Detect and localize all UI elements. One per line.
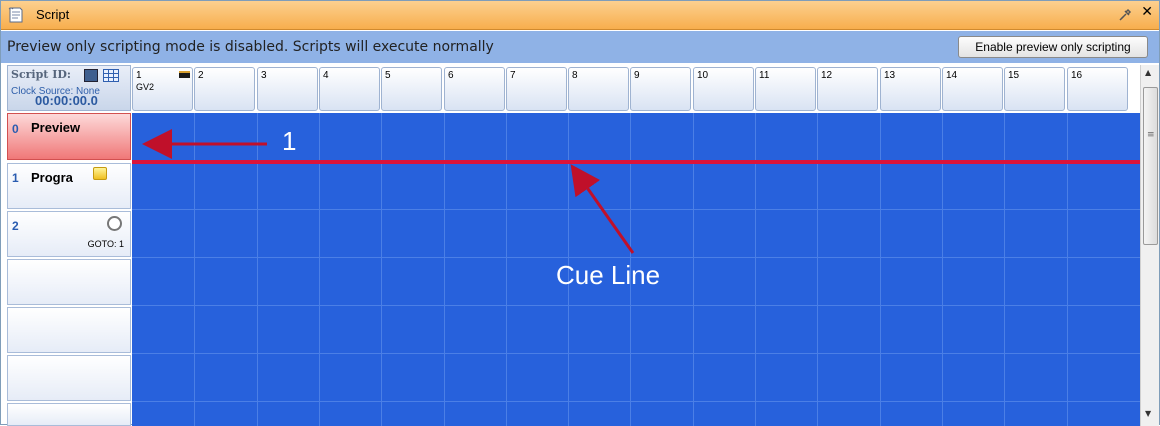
annotation-cue-line: Cue Line <box>556 260 661 290</box>
annotation-arrows <box>142 129 635 254</box>
annotation-marker-one: 1 <box>282 126 297 156</box>
arrow-to-cue-line <box>570 164 635 254</box>
script-window: Script ✕ Preview only scripting mode is … <box>0 0 1160 426</box>
